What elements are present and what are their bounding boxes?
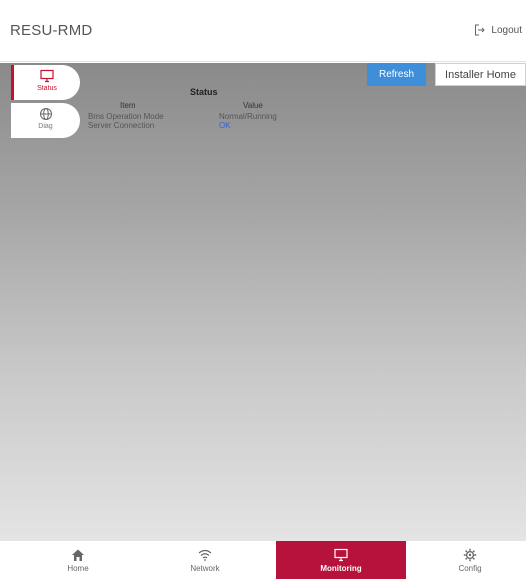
- column-header-item: Item: [120, 101, 136, 110]
- row-item: Bms Operation Mode: [88, 112, 164, 121]
- logout-icon: [475, 24, 486, 36]
- sidebar-item-diag[interactable]: Diag: [11, 103, 80, 138]
- bottom-nav: Home Network Monitoring Config: [0, 541, 526, 579]
- nav-item-label: Monitoring: [320, 564, 362, 573]
- monitor-icon: [334, 548, 348, 562]
- row-item: Server Connection: [88, 121, 155, 130]
- column-header-value: Value: [243, 101, 263, 110]
- nav-item-label: Config: [458, 564, 482, 573]
- status-title: Status: [190, 87, 218, 97]
- app-title: RESU-RMD: [10, 22, 93, 39]
- logout-button[interactable]: Logout: [474, 24, 522, 36]
- header: RESU-RMD Logout: [0, 0, 526, 62]
- logout-label: Logout: [491, 24, 522, 36]
- nav-item-label: Home: [67, 564, 89, 573]
- row-value: Normal/Running: [219, 112, 277, 121]
- nav-item-monitoring[interactable]: Monitoring: [276, 541, 406, 579]
- row-value-ok: OK: [219, 121, 231, 130]
- installer-home-button[interactable]: Installer Home: [435, 63, 526, 86]
- nav-item-network[interactable]: Network: [167, 541, 243, 579]
- gear-icon: [463, 548, 477, 562]
- main-area: Status Diag Status Item Value Bms Operat…: [0, 63, 526, 541]
- sidebar-item-label: Status: [37, 85, 57, 92]
- nav-item-label: Network: [190, 564, 220, 573]
- refresh-button[interactable]: Refresh: [367, 63, 426, 86]
- home-icon: [72, 549, 84, 561]
- globe-icon: [39, 108, 52, 120]
- wifi-icon: [198, 549, 212, 561]
- nav-item-config[interactable]: Config: [432, 541, 508, 579]
- nav-item-home[interactable]: Home: [40, 541, 116, 579]
- sidebar-item-label: Diag: [38, 123, 53, 130]
- sidebar-item-status[interactable]: Status: [11, 65, 80, 100]
- monitor-icon: [40, 69, 54, 83]
